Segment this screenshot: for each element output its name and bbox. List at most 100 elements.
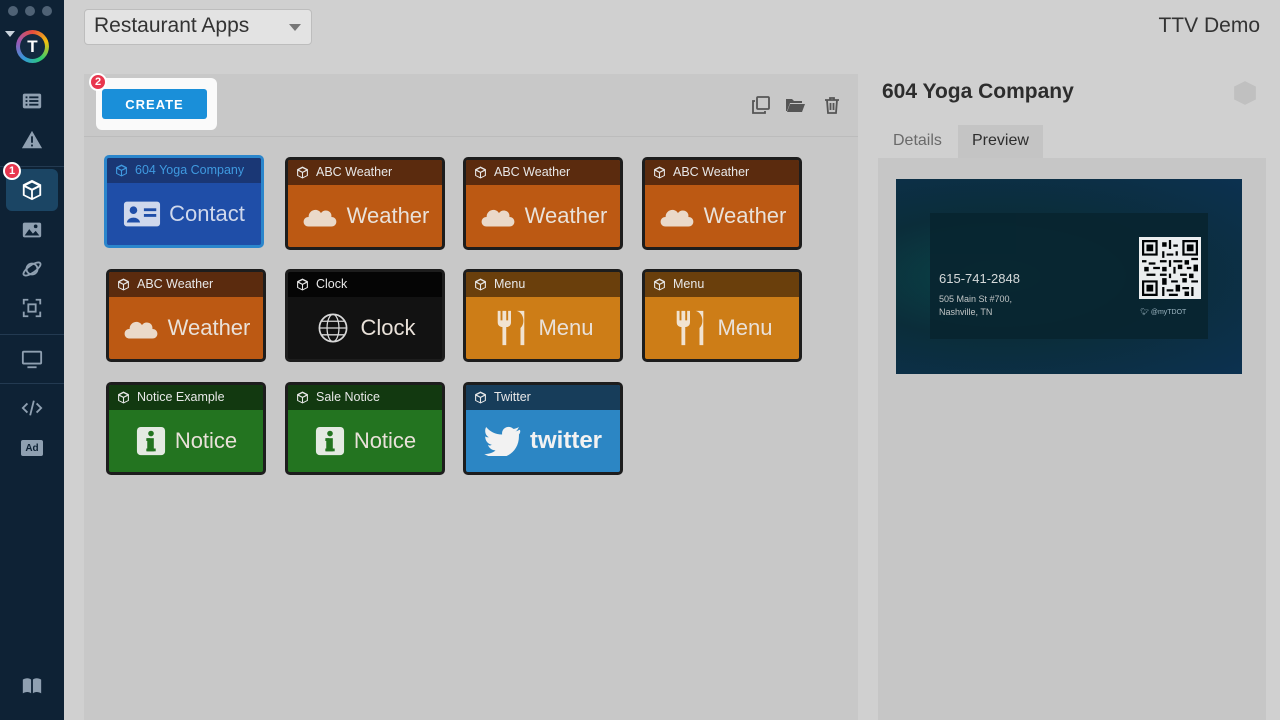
preview-handle: 🐦︎ @myTDOT	[1140, 309, 1187, 316]
cube-icon	[297, 166, 308, 179]
info-icon	[315, 426, 344, 456]
tile-header: 604 Yoga Company	[107, 158, 261, 183]
folder-icon	[786, 99, 805, 112]
cube-icon	[22, 179, 42, 201]
cube-icon	[297, 278, 308, 291]
app-group-value: Restaurant Apps	[94, 14, 250, 37]
cube-icon	[297, 391, 308, 404]
step-badge-2: 2	[89, 73, 107, 91]
sidebar-item-images[interactable]	[0, 210, 64, 250]
account-name[interactable]: TTV Demo	[1158, 14, 1260, 38]
app-tile-menu[interactable]: Menu Menu	[463, 269, 623, 362]
fork-knife-icon	[498, 310, 525, 346]
tile-title: ABC Weather	[673, 165, 750, 179]
screenshot-icon	[22, 298, 42, 318]
tile-body-label: Notice	[174, 428, 238, 453]
sidebar-item-screenshot[interactable]	[0, 288, 64, 328]
zoom-window-icon[interactable]	[42, 6, 52, 16]
cube-icon	[118, 391, 129, 404]
tile-header: ABC Weather	[645, 160, 799, 185]
delete-button[interactable]	[822, 95, 842, 115]
sidebar-item-docs[interactable]	[0, 666, 64, 706]
list-icon	[22, 93, 42, 109]
tile-body: Menu	[645, 297, 799, 359]
cube-icon	[475, 278, 486, 291]
tile-title: Clock	[316, 277, 348, 291]
cloud-icon	[481, 209, 515, 227]
tile-body-label: Weather	[346, 203, 430, 228]
cloud-icon	[124, 321, 158, 339]
tile-header: ABC Weather	[288, 160, 442, 185]
open-folder-button[interactable]	[785, 95, 805, 115]
tile-body: Contact	[107, 183, 261, 245]
tile-title: ABC Weather	[494, 165, 571, 179]
tile-header: ABC Weather	[466, 160, 620, 185]
app-tile-weather[interactable]: ABC Weather Weather	[285, 157, 445, 250]
sidebar: T 1 Ad	[0, 0, 64, 720]
monitor-icon	[21, 350, 43, 369]
tile-title: ABC Weather	[316, 165, 393, 179]
tile-header: Notice Example	[109, 385, 263, 410]
minimize-window-icon[interactable]	[25, 6, 35, 16]
app-tile-contact[interactable]: 604 Yoga Company Contact	[104, 155, 264, 248]
app-tile-notice[interactable]: Sale Notice Notice	[285, 382, 445, 475]
cube-icon	[654, 166, 665, 179]
sidebar-item-alerts[interactable]	[0, 120, 64, 160]
details-title: 604 Yoga Company	[882, 80, 1074, 103]
sidebar-divider	[0, 334, 64, 335]
tile-title: Menu	[673, 277, 705, 291]
app-tile-weather[interactable]: ABC Weather Weather	[106, 269, 266, 362]
tile-body: Clock	[288, 297, 442, 359]
app-tile-menu[interactable]: Menu Menu	[642, 269, 802, 362]
sidebar-divider	[0, 383, 64, 384]
create-button[interactable]: CREATE	[102, 89, 207, 119]
tile-title: Twitter	[494, 390, 531, 404]
chevron-down-icon	[289, 24, 301, 31]
cube-icon	[118, 278, 129, 291]
app-tile-weather[interactable]: ABC Weather Weather	[642, 157, 802, 250]
app-tile-notice[interactable]: Notice Example Notice	[106, 382, 266, 475]
close-window-icon[interactable]	[8, 6, 18, 16]
logo-letter: T	[20, 34, 45, 59]
tab-details[interactable]: Details	[879, 125, 956, 158]
logo-menu-caret-icon[interactable]	[5, 31, 15, 37]
tile-title: Notice Example	[137, 390, 225, 404]
tile-body-label: twitter	[530, 427, 602, 454]
app-tile-weather[interactable]: ABC Weather Weather	[463, 157, 623, 250]
preview-address-line2: Nashville, TN	[939, 307, 993, 317]
app-tile-clock[interactable]: Clock Clock	[285, 269, 445, 362]
twitter-bird-icon	[484, 426, 521, 456]
tile-title: Menu	[494, 277, 526, 291]
tab-preview[interactable]: Preview	[958, 125, 1043, 158]
cube-icon	[654, 278, 665, 291]
app-preview: 615-741-2848 505 Main St #700, Nashville…	[896, 179, 1242, 374]
cube-icon	[475, 391, 486, 404]
sidebar-item-displays[interactable]	[0, 339, 64, 379]
sidebar-item-ads[interactable]: Ad	[0, 428, 64, 468]
planet-icon	[22, 261, 42, 277]
contact-card-icon	[124, 201, 161, 227]
tile-body: Menu	[466, 297, 620, 359]
tile-title: ABC Weather	[137, 277, 214, 291]
preview-phone: 615-741-2848	[939, 271, 1020, 286]
info-icon	[136, 426, 165, 456]
preview-handle-text: @myTDOT	[1150, 309, 1187, 316]
ad-icon: Ad	[21, 440, 43, 456]
window-controls	[8, 6, 52, 16]
tile-body-label: Clock	[360, 315, 416, 340]
sidebar-item-list[interactable]	[0, 81, 64, 121]
tile-body: Notice	[109, 410, 263, 472]
duplicate-button[interactable]	[751, 95, 771, 115]
tile-header: Menu	[466, 272, 620, 297]
tile-header: Clock	[288, 272, 442, 297]
tile-header: Twitter	[466, 385, 620, 410]
sidebar-item-planet[interactable]	[0, 249, 64, 289]
sidebar-item-code[interactable]	[0, 388, 64, 428]
tile-body: Notice	[288, 410, 442, 472]
app-tile-twitter[interactable]: Twitter twitter	[463, 382, 623, 475]
app-group-select[interactable]: Restaurant Apps	[84, 9, 312, 45]
book-icon	[22, 678, 42, 694]
app-logo[interactable]: T	[16, 30, 49, 63]
tile-body-label: Menu	[717, 315, 773, 340]
tile-body-label: Weather	[524, 203, 608, 228]
